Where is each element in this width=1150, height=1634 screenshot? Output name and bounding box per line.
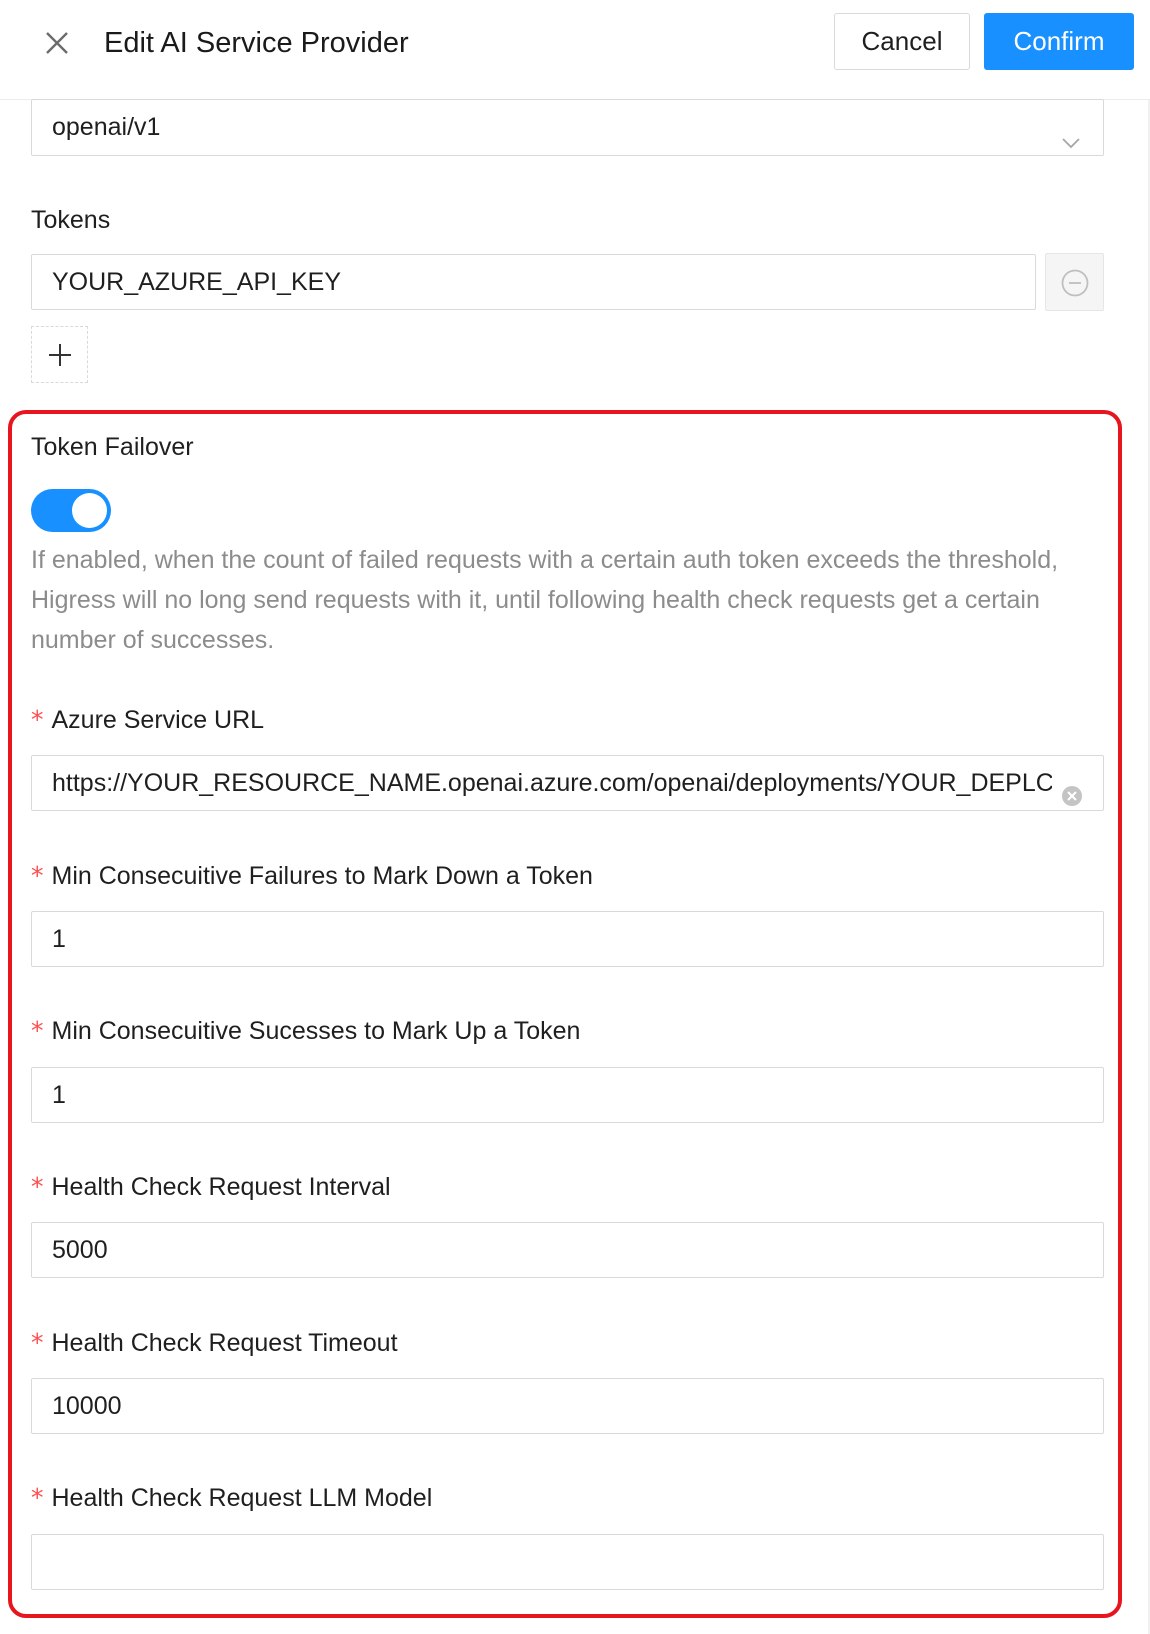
health-interval-label: * Health Check Request Interval bbox=[31, 1172, 391, 1202]
toggle-knob bbox=[72, 493, 107, 528]
drawer-header: Edit AI Service Provider Cancel Confirm bbox=[0, 0, 1150, 100]
min-failures-label: * Min Consecuitive Failures to Mark Down … bbox=[31, 861, 593, 891]
confirm-button[interactable]: Confirm bbox=[984, 13, 1134, 70]
drawer-title: Edit AI Service Provider bbox=[104, 27, 409, 59]
azure-service-url-label-text: Azure Service URL bbox=[51, 706, 265, 734]
token-value: YOUR_AZURE_API_KEY bbox=[52, 268, 341, 296]
required-mark: * bbox=[31, 1016, 44, 1045]
required-mark: * bbox=[31, 1483, 44, 1512]
health-model-input[interactable] bbox=[31, 1534, 1104, 1590]
azure-service-url-input[interactable]: https://YOUR_RESOURCE_NAME.openai.azure.… bbox=[31, 755, 1104, 811]
minus-circle-icon bbox=[1061, 269, 1089, 297]
add-token-button[interactable] bbox=[31, 326, 88, 383]
required-mark: * bbox=[31, 1172, 44, 1201]
azure-service-url-label: * Azure Service URL bbox=[31, 705, 264, 735]
tokens-label: Tokens bbox=[31, 206, 111, 234]
remove-token-button[interactable] bbox=[1045, 253, 1104, 311]
health-interval-input[interactable]: 5000 bbox=[31, 1222, 1104, 1278]
clear-circle-icon[interactable] bbox=[1061, 772, 1083, 806]
token-failover-toggle[interactable] bbox=[31, 489, 111, 532]
plus-icon bbox=[49, 344, 71, 366]
min-failures-label-text: Min Consecuitive Failures to Mark Down a… bbox=[51, 862, 593, 890]
required-mark: * bbox=[31, 705, 44, 734]
min-failures-value: 1 bbox=[52, 925, 66, 953]
required-mark: * bbox=[31, 861, 44, 890]
token-failover-label: Token Failover bbox=[31, 433, 194, 461]
health-timeout-label: * Health Check Request Timeout bbox=[31, 1328, 398, 1358]
health-timeout-input[interactable]: 10000 bbox=[31, 1378, 1104, 1434]
protocol-value: openai/v1 bbox=[52, 113, 161, 141]
edit-provider-drawer: Edit AI Service Provider Cancel Confirm … bbox=[0, 0, 1150, 1634]
health-timeout-value: 10000 bbox=[52, 1392, 122, 1420]
cancel-button[interactable]: Cancel bbox=[834, 13, 970, 70]
health-interval-value: 5000 bbox=[52, 1236, 108, 1264]
azure-service-url-value: https://YOUR_RESOURCE_NAME.openai.azure.… bbox=[52, 769, 1052, 797]
min-failures-input[interactable]: 1 bbox=[31, 911, 1104, 967]
token-input[interactable]: YOUR_AZURE_API_KEY bbox=[31, 254, 1036, 310]
health-interval-label-text: Health Check Request Interval bbox=[51, 1173, 391, 1201]
close-icon[interactable] bbox=[40, 26, 74, 60]
protocol-select[interactable]: openai/v1 bbox=[31, 99, 1104, 156]
health-model-label-text: Health Check Request LLM Model bbox=[51, 1484, 433, 1512]
chevron-down-icon bbox=[1061, 118, 1081, 149]
health-timeout-label-text: Health Check Request Timeout bbox=[51, 1329, 398, 1357]
min-successes-label-text: Min Consecuitive Sucesses to Mark Up a T… bbox=[51, 1017, 581, 1045]
required-mark: * bbox=[31, 1328, 44, 1357]
min-successes-label: * Min Consecuitive Sucesses to Mark Up a … bbox=[31, 1016, 580, 1046]
min-successes-input[interactable]: 1 bbox=[31, 1067, 1104, 1123]
health-model-label: * Health Check Request LLM Model bbox=[31, 1483, 432, 1513]
token-failover-help: If enabled, when the count of failed req… bbox=[31, 546, 1059, 654]
min-successes-value: 1 bbox=[52, 1081, 66, 1109]
